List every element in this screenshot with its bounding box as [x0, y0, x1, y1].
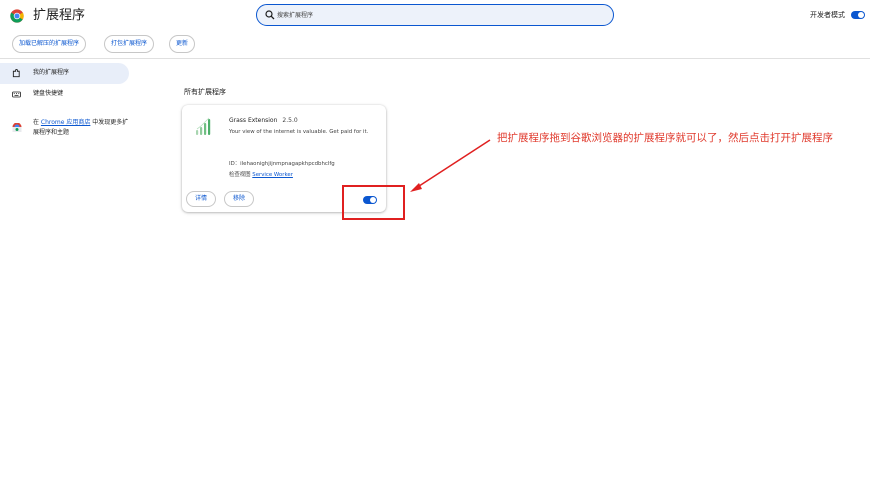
inspect-views: 检查视图 Service Worker	[229, 171, 293, 179]
extension-id-value: ilehaonighjijnmpnagapkhpcdbhclfg	[240, 161, 335, 167]
service-worker-link[interactable]: Service Worker	[252, 172, 293, 178]
extension-description: Your view of the internet is valuable. G…	[229, 129, 369, 135]
keyboard-icon	[12, 91, 21, 98]
search-icon	[265, 10, 275, 20]
sidebar-item-label: 键盘快捷键	[33, 90, 64, 97]
annotation-arrow	[410, 139, 491, 192]
details-button[interactable]: 详情	[186, 191, 217, 207]
webstore-prefix: 在	[33, 119, 41, 126]
sidebar-item-label: 我的扩展程序	[33, 69, 70, 76]
search-bar[interactable]	[256, 4, 614, 26]
webstore-link[interactable]: Chrome 应用商店	[41, 119, 90, 126]
remove-button[interactable]: 移除	[224, 191, 255, 207]
annotation-highlight-box	[342, 185, 405, 220]
section-title: 所有扩展程序	[184, 88, 226, 96]
developer-mode-toggle[interactable]	[851, 11, 865, 19]
update-button[interactable]: 更新	[169, 35, 196, 53]
header-divider	[0, 58, 870, 59]
extension-icon	[12, 69, 20, 78]
webstore-icon	[12, 123, 22, 132]
grass-extension-icon	[196, 117, 211, 135]
load-unpacked-button[interactable]: 加载已解压的扩展程序	[12, 35, 87, 53]
search-input[interactable]	[277, 7, 597, 23]
annotation-text: 把扩展程序拖到谷歌浏览器的扩展程序就可以了，然后点击打开扩展程序	[497, 132, 833, 144]
pack-extension-button[interactable]: 打包扩展程序	[104, 35, 155, 53]
toggle-knob	[858, 12, 864, 18]
header-bar: 扩展程序 开发者模式	[0, 0, 870, 30]
chrome-logo-icon	[10, 9, 24, 23]
developer-mode-label: 开发者模式	[810, 11, 845, 19]
page-title: 扩展程序	[33, 8, 86, 23]
extension-title: Grass Extension 2.5.0	[229, 117, 298, 125]
extension-version: 2.5.0	[282, 117, 298, 124]
extension-name: Grass Extension	[229, 117, 278, 124]
extension-id-label: ID：	[229, 161, 241, 167]
sidebar-item-my-extensions[interactable]: 我的扩展程序	[0, 63, 129, 84]
extension-id: ID：ilehaonighjijnmpnagapkhpcdbhclfg	[229, 160, 335, 168]
sidebar-item-keyboard-shortcuts[interactable]: 键盘快捷键	[0, 84, 129, 105]
inspect-views-label: 检查视图	[229, 172, 253, 178]
